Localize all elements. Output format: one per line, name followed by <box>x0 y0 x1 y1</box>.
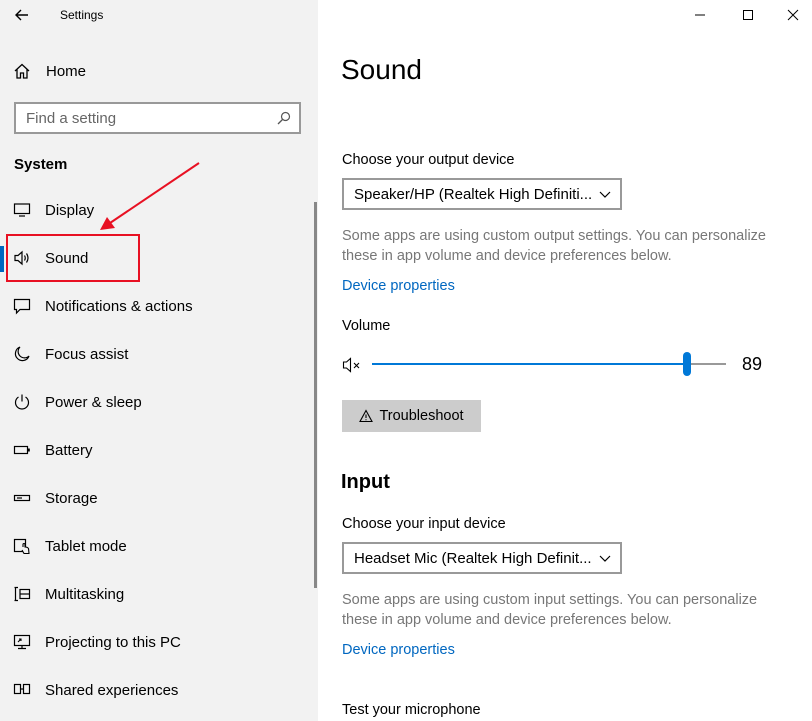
sidebar-item-label: Shared experiences <box>45 682 179 699</box>
sidebar-item-projecting[interactable]: Projecting to this PC <box>0 618 318 666</box>
chevron-down-icon <box>599 555 611 562</box>
output-device-select[interactable]: Speaker/HP (Realtek High Definiti... <box>342 178 622 210</box>
notifications-icon <box>13 298 31 315</box>
tablet-mode-icon <box>13 538 30 555</box>
sidebar-item-label: Focus assist <box>45 346 129 363</box>
sidebar-item-battery[interactable]: Battery <box>0 426 318 474</box>
output-device-value: Speaker/HP (Realtek High Definiti... <box>354 186 593 203</box>
battery-icon <box>13 445 30 455</box>
sidebar-item-notifications[interactable]: Notifications & actions <box>0 282 318 330</box>
projecting-icon <box>13 634 31 650</box>
sidebar-item-label: Battery <box>45 442 93 459</box>
input-help-text: Some apps are using custom input setting… <box>342 592 758 628</box>
input-section-title: Input <box>341 471 390 493</box>
sidebar-item-storage[interactable]: Storage <box>0 474 318 522</box>
sidebar-item-label: Projecting to this PC <box>45 634 181 651</box>
output-help-text: Some apps are using custom output settin… <box>342 228 766 264</box>
sidebar-item-label: Storage <box>45 490 98 507</box>
annotation-highlight-box <box>6 234 140 282</box>
troubleshoot-button[interactable]: Troubleshoot <box>342 400 481 432</box>
output-device-properties-link[interactable]: Device properties <box>342 278 455 294</box>
annotation-arrow-icon <box>100 162 200 230</box>
page-title: Sound <box>341 54 422 85</box>
multitasking-icon <box>14 586 31 602</box>
input-device-select[interactable]: Headset Mic (Realtek High Definit... <box>342 542 622 574</box>
volume-label: Volume <box>342 318 391 334</box>
sidebar-item-power-sleep[interactable]: Power & sleep <box>0 378 318 426</box>
search-icon[interactable] <box>277 111 291 125</box>
sidebar-item-shared-experiences[interactable]: Shared experiences <box>0 666 318 714</box>
sidebar-scrollbar[interactable] <box>314 202 317 588</box>
input-device-properties-link[interactable]: Device properties <box>342 642 455 658</box>
test-microphone-label: Test your microphone <box>342 702 481 718</box>
volume-slider-fill <box>372 363 687 365</box>
sidebar-item-multitasking[interactable]: Multitasking <box>0 570 318 618</box>
shared-experiences-icon <box>13 683 31 695</box>
main-content: Sound Choose your output device Speaker/… <box>318 0 812 721</box>
sidebar-item-label: Notifications & actions <box>45 298 193 315</box>
troubleshoot-label: Troubleshoot <box>379 408 464 424</box>
storage-icon <box>13 494 31 502</box>
volume-value: 89 <box>742 354 763 374</box>
sidebar-item-focus-assist[interactable]: Focus assist <box>0 330 318 378</box>
sidebar-item-label: Power & sleep <box>45 394 142 411</box>
power-icon <box>14 394 30 410</box>
input-device-label: Choose your input device <box>342 516 506 532</box>
sidebar-item-label: Tablet mode <box>45 538 127 555</box>
warning-icon <box>359 409 374 423</box>
output-device-label: Choose your output device <box>342 152 515 168</box>
chevron-down-icon <box>599 191 611 198</box>
sidebar-item-tablet-mode[interactable]: Tablet mode <box>0 522 318 570</box>
volume-slider-thumb[interactable] <box>683 352 691 376</box>
volume-slider[interactable] <box>372 351 726 377</box>
moon-icon <box>14 346 30 362</box>
mute-icon[interactable] <box>342 356 366 374</box>
sidebar-item-label: Multitasking <box>45 586 125 603</box>
input-device-value: Headset Mic (Realtek High Definit... <box>354 550 592 567</box>
